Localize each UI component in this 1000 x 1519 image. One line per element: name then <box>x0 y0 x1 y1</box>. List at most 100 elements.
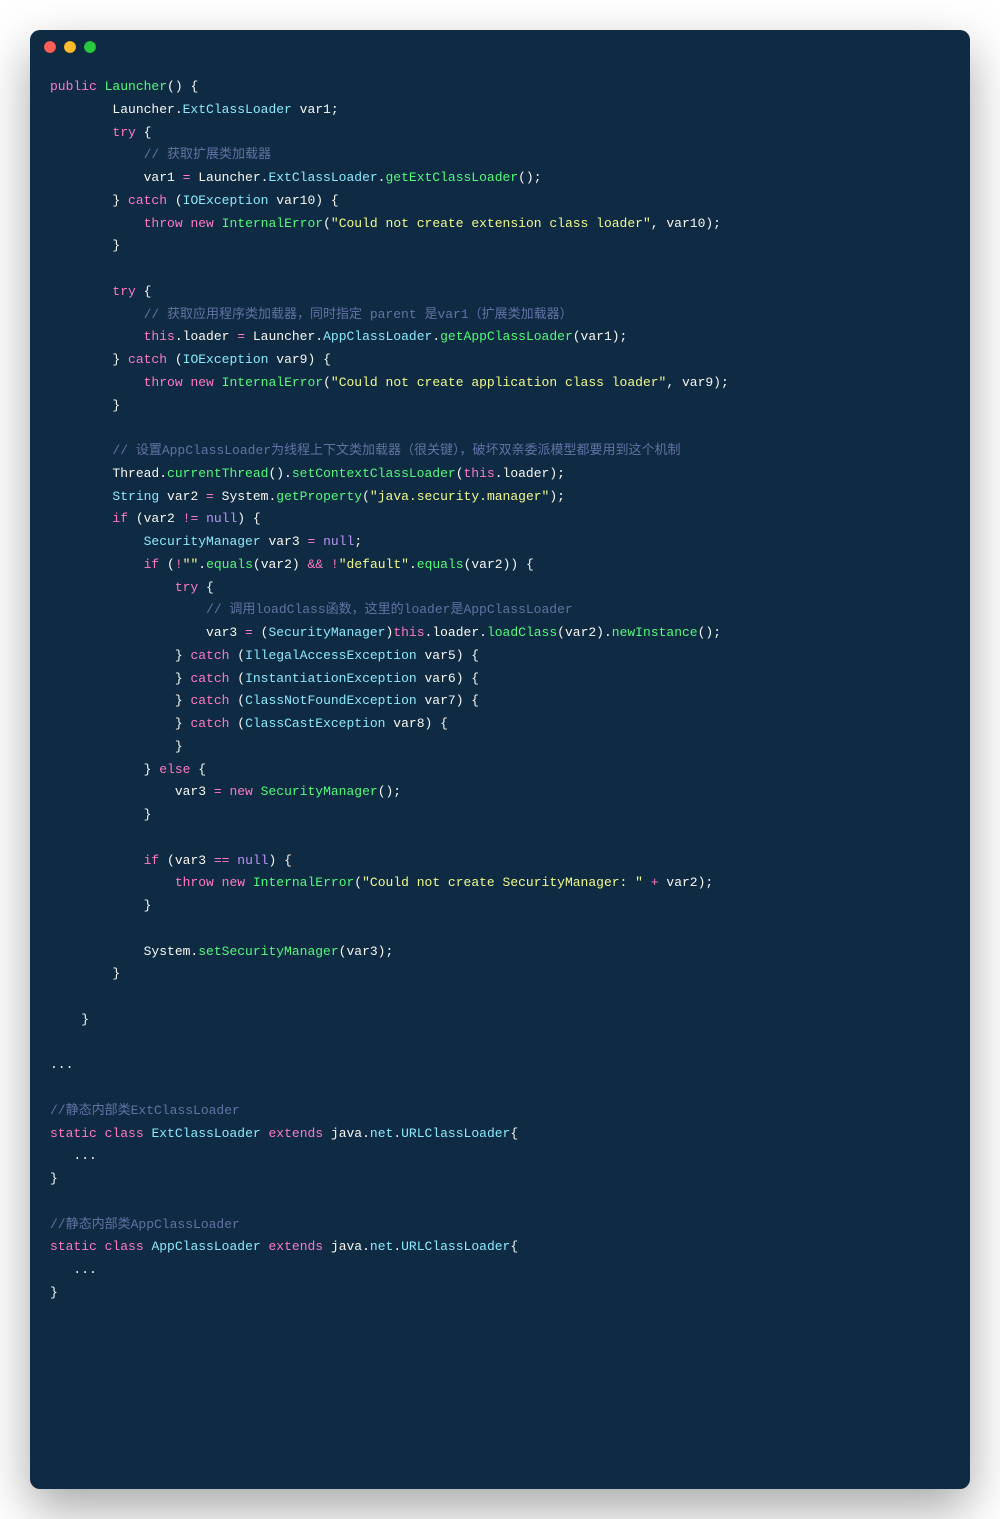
code-token <box>97 1126 105 1141</box>
code-token: ClassCastException <box>245 716 385 731</box>
code-line: } catch (IOException var10) { <box>50 193 339 208</box>
code-token: getProperty <box>276 489 362 504</box>
code-line: static class AppClassLoader extends java… <box>50 1239 518 1254</box>
code-line: if (var2 != null) { <box>50 511 261 526</box>
code-token: { <box>510 1239 518 1254</box>
code-token: { <box>198 580 214 595</box>
code-token: public <box>50 79 97 94</box>
code-token: } <box>50 648 190 663</box>
code-line: //静态内部类ExtClassLoader <box>50 1103 240 1118</box>
code-line: } <box>50 238 120 253</box>
code-token <box>50 602 206 617</box>
code-line: static class ExtClassLoader extends java… <box>50 1126 518 1141</box>
code-line: } <box>50 807 151 822</box>
code-token: var2 <box>159 489 206 504</box>
code-line: } <box>50 1171 58 1186</box>
code-token: } <box>50 238 120 253</box>
code-token <box>50 375 144 390</box>
code-token: String <box>112 489 159 504</box>
code-token: ) { <box>268 853 291 868</box>
code-token <box>50 534 144 549</box>
code-token: SecurityManager <box>144 534 261 549</box>
code-line: } <box>50 966 120 981</box>
code-token <box>50 443 112 458</box>
code-line: } <box>50 739 183 754</box>
code-token: ; <box>354 534 362 549</box>
code-token <box>97 79 105 94</box>
code-token: ( <box>229 671 245 686</box>
code-token: ExtClassLoader <box>151 1126 260 1141</box>
code-token: } <box>50 1012 89 1027</box>
close-icon[interactable] <box>44 41 56 53</box>
code-line: } catch (ClassNotFoundException var7) { <box>50 693 479 708</box>
code-token: AppClassLoader <box>323 329 432 344</box>
code-token: if <box>144 853 160 868</box>
zoom-icon[interactable] <box>84 41 96 53</box>
code-token: new <box>190 375 213 390</box>
code-token: .loader <box>175 329 237 344</box>
code-line: System.setSecurityManager(var3); <box>50 944 393 959</box>
code-token: } <box>50 193 128 208</box>
code-token: ( <box>229 716 245 731</box>
code-token: // 设置AppClassLoader为线程上下文类加载器（很关键），破坏双亲委… <box>112 443 680 458</box>
code-token: null <box>206 511 237 526</box>
code-line: // 调用loadClass函数，这里的loader是AppClassLoade… <box>50 602 573 617</box>
code-token: setSecurityManager <box>198 944 338 959</box>
code-token: var9) { <box>268 352 330 367</box>
code-line: Thread.currentThread().setContextClassLo… <box>50 466 565 481</box>
code-line: try { <box>50 125 151 140</box>
code-token <box>214 216 222 231</box>
code-token: ( <box>253 625 269 640</box>
code-token: IllegalAccessException <box>245 648 417 663</box>
code-token <box>50 853 144 868</box>
window-titlebar <box>30 30 970 64</box>
minimize-icon[interactable] <box>64 41 76 53</box>
code-line: // 设置AppClassLoader为线程上下文类加载器（很关键），破坏双亲委… <box>50 443 681 458</box>
code-token: currentThread <box>167 466 268 481</box>
code-line: } <box>50 1285 58 1300</box>
code-token: net <box>370 1126 393 1141</box>
code-token: setContextClassLoader <box>292 466 456 481</box>
code-token: ( <box>362 489 370 504</box>
code-line: //静态内部类AppClassLoader <box>50 1217 240 1232</box>
code-token: new <box>229 784 252 799</box>
code-line: if (var3 == null) { <box>50 853 292 868</box>
code-line: } else { <box>50 762 206 777</box>
code-line: } catch (InstantiationException var6) { <box>50 671 479 686</box>
code-line: try { <box>50 580 214 595</box>
code-token: net <box>370 1239 393 1254</box>
code-token: == <box>214 853 230 868</box>
code-token: InstantiationException <box>245 671 417 686</box>
code-token: (); <box>518 170 541 185</box>
code-token: InternalError <box>222 375 323 390</box>
code-token: ... <box>50 1262 97 1277</box>
code-token: null <box>237 853 268 868</box>
code-token: } <box>50 1171 58 1186</box>
code-token: var7) { <box>417 693 479 708</box>
code-token: , var9); <box>666 375 728 390</box>
code-token: ); <box>549 489 565 504</box>
code-token: System. <box>50 944 198 959</box>
code-token: ClassNotFoundException <box>245 693 417 708</box>
code-token: InternalError <box>222 216 323 231</box>
code-token: = <box>206 489 214 504</box>
code-token: null <box>323 534 354 549</box>
code-token <box>50 307 144 322</box>
code-token: . <box>409 557 417 572</box>
code-token: var10) { <box>268 193 338 208</box>
code-token: = <box>245 625 253 640</box>
code-line: // 获取扩展类加载器 <box>50 147 271 162</box>
code-token <box>50 580 175 595</box>
code-token: try <box>112 125 135 140</box>
code-line: } <box>50 1012 89 1027</box>
code-token: Launcher. <box>50 102 183 117</box>
code-token: ( <box>229 648 245 663</box>
code-token: .loader); <box>495 466 565 481</box>
code-block: public Launcher() { Launcher.ExtClassLoa… <box>30 64 970 1329</box>
code-token: equals <box>417 557 464 572</box>
code-token: ) { <box>237 511 260 526</box>
code-token <box>97 1239 105 1254</box>
code-token: // 调用loadClass函数，这里的loader是AppClassLoade… <box>206 602 573 617</box>
code-line: SecurityManager var3 = null; <box>50 534 362 549</box>
code-token: new <box>190 216 213 231</box>
